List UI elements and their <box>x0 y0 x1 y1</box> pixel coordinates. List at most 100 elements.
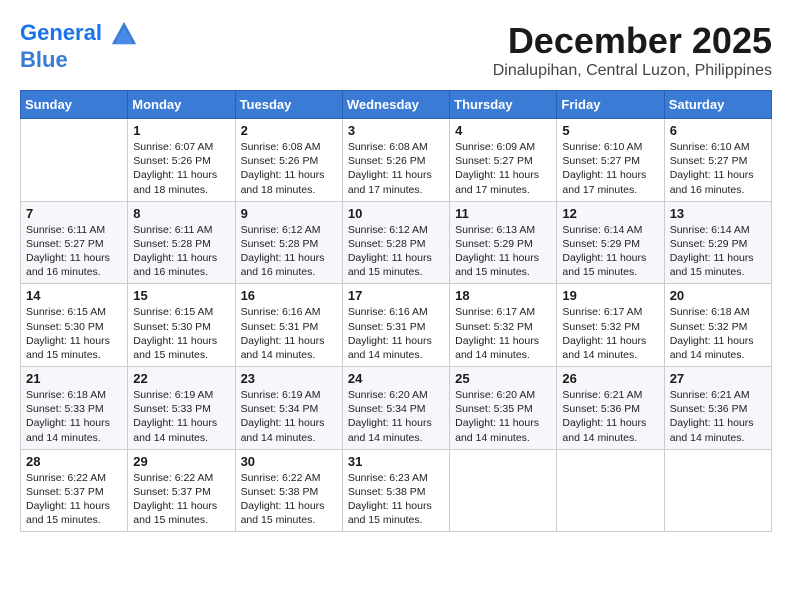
day-cell: 24Sunrise: 6:20 AMSunset: 5:34 PMDayligh… <box>342 367 449 450</box>
weekday-header-tuesday: Tuesday <box>235 91 342 119</box>
day-info: Sunrise: 6:18 AMSunset: 5:32 PMDaylight:… <box>670 305 766 362</box>
day-cell <box>450 449 557 532</box>
day-cell: 23 Sunrise: 6:19 AMSunset: 5:34 PMDayligh… <box>235 367 342 450</box>
day-cell: 16Sunrise: 6:16 AMSunset: 5:31 PMDayligh… <box>235 284 342 367</box>
day-info: Sunrise: 6:12 AMSunset: 5:28 PMDaylight:… <box>348 223 444 280</box>
day-cell: 7 Sunrise: 6:11 AMSunset: 5:27 PMDaylight… <box>21 201 128 284</box>
day-info: Sunrise: 6:10 AMSunset: 5:27 PMDaylight:… <box>562 140 658 197</box>
day-number: 19 <box>562 288 658 303</box>
weekday-header-saturday: Saturday <box>664 91 771 119</box>
day-cell: 22 Sunrise: 6:19 AMSunset: 5:33 PMDayligh… <box>128 367 235 450</box>
day-number: 6 <box>670 123 766 138</box>
week-row-1: 1 Sunrise: 6:07 AMSunset: 5:26 PMDaylight… <box>21 119 772 202</box>
day-number: 23 <box>241 371 337 386</box>
logo-line2: Blue <box>20 48 138 72</box>
day-number: 1 <box>133 123 229 138</box>
day-cell: 31Sunrise: 6:23 AMSunset: 5:38 PMDayligh… <box>342 449 449 532</box>
day-info: Sunrise: 6:14 AMSunset: 5:29 PMDaylight:… <box>562 223 658 280</box>
day-number: 17 <box>348 288 444 303</box>
day-info: Sunrise: 6:20 AMSunset: 5:35 PMDaylight:… <box>455 388 551 445</box>
day-number: 5 <box>562 123 658 138</box>
day-info: Sunrise: 6:08 AMSunset: 5:26 PMDaylight:… <box>241 140 337 197</box>
week-row-5: 28 Sunrise: 6:22 AMSunset: 5:37 PMDayligh… <box>21 449 772 532</box>
day-number: 9 <box>241 206 337 221</box>
day-number: 30 <box>241 454 337 469</box>
week-row-3: 14 Sunrise: 6:15 AMSunset: 5:30 PMDayligh… <box>21 284 772 367</box>
day-number: 28 <box>26 454 122 469</box>
day-cell: 2 Sunrise: 6:08 AMSunset: 5:26 PMDaylight… <box>235 119 342 202</box>
day-info: Sunrise: 6:14 AMSunset: 5:29 PMDaylight:… <box>670 223 766 280</box>
day-info: Sunrise: 6:19 AMSunset: 5:34 PMDaylight:… <box>241 388 337 445</box>
day-number: 20 <box>670 288 766 303</box>
day-cell: 10 Sunrise: 6:12 AMSunset: 5:28 PMDayligh… <box>342 201 449 284</box>
day-info: Sunrise: 6:16 AMSunset: 5:31 PMDaylight:… <box>348 305 444 362</box>
day-cell <box>664 449 771 532</box>
month-title: December 2025 <box>493 20 772 62</box>
day-cell: 6Sunrise: 6:10 AMSunset: 5:27 PMDaylight… <box>664 119 771 202</box>
day-cell: 8Sunrise: 6:11 AMSunset: 5:28 PMDaylight… <box>128 201 235 284</box>
day-number: 18 <box>455 288 551 303</box>
day-info: Sunrise: 6:11 AMSunset: 5:28 PMDaylight:… <box>133 223 229 280</box>
title-block: December 2025 Dinalupihan, Central Luzon… <box>493 20 772 80</box>
weekday-header-row: SundayMondayTuesdayWednesdayThursdayFrid… <box>21 91 772 119</box>
day-info: Sunrise: 6:12 AMSunset: 5:28 PMDaylight:… <box>241 223 337 280</box>
day-cell: 26Sunrise: 6:21 AMSunset: 5:36 PMDayligh… <box>557 367 664 450</box>
day-cell: 9 Sunrise: 6:12 AMSunset: 5:28 PMDaylight… <box>235 201 342 284</box>
day-cell: 12 Sunrise: 6:14 AMSunset: 5:29 PMDayligh… <box>557 201 664 284</box>
day-number: 13 <box>670 206 766 221</box>
day-cell: 30Sunrise: 6:22 AMSunset: 5:38 PMDayligh… <box>235 449 342 532</box>
day-cell: 13 Sunrise: 6:14 AMSunset: 5:29 PMDayligh… <box>664 201 771 284</box>
weekday-header-wednesday: Wednesday <box>342 91 449 119</box>
day-cell <box>557 449 664 532</box>
calendar-table: SundayMondayTuesdayWednesdayThursdayFrid… <box>20 90 772 532</box>
day-info: Sunrise: 6:09 AMSunset: 5:27 PMDaylight:… <box>455 140 551 197</box>
day-cell: 4 Sunrise: 6:09 AMSunset: 5:27 PMDaylight… <box>450 119 557 202</box>
day-number: 22 <box>133 371 229 386</box>
day-info: Sunrise: 6:21 AMSunset: 5:36 PMDaylight:… <box>670 388 766 445</box>
day-cell: 20 Sunrise: 6:18 AMSunset: 5:32 PMDayligh… <box>664 284 771 367</box>
day-cell: 15Sunrise: 6:15 AMSunset: 5:30 PMDayligh… <box>128 284 235 367</box>
weekday-header-monday: Monday <box>128 91 235 119</box>
day-cell: 29 Sunrise: 6:22 AMSunset: 5:37 PMDayligh… <box>128 449 235 532</box>
weekday-header-sunday: Sunday <box>21 91 128 119</box>
day-cell <box>21 119 128 202</box>
day-cell: 27 Sunrise: 6:21 AMSunset: 5:36 PMDayligh… <box>664 367 771 450</box>
day-info: Sunrise: 6:08 AMSunset: 5:26 PMDaylight:… <box>348 140 444 197</box>
weekday-header-thursday: Thursday <box>450 91 557 119</box>
day-info: Sunrise: 6:22 AMSunset: 5:37 PMDaylight:… <box>133 471 229 528</box>
day-number: 11 <box>455 206 551 221</box>
day-cell: 11 Sunrise: 6:13 AMSunset: 5:29 PMDayligh… <box>450 201 557 284</box>
day-info: Sunrise: 6:22 AMSunset: 5:37 PMDaylight:… <box>26 471 122 528</box>
day-info: Sunrise: 6:17 AMSunset: 5:32 PMDaylight:… <box>562 305 658 362</box>
day-cell: 5 Sunrise: 6:10 AMSunset: 5:27 PMDaylight… <box>557 119 664 202</box>
day-number: 29 <box>133 454 229 469</box>
day-cell: 1 Sunrise: 6:07 AMSunset: 5:26 PMDaylight… <box>128 119 235 202</box>
day-info: Sunrise: 6:07 AMSunset: 5:26 PMDaylight:… <box>133 140 229 197</box>
day-number: 4 <box>455 123 551 138</box>
day-number: 2 <box>241 123 337 138</box>
day-number: 10 <box>348 206 444 221</box>
day-info: Sunrise: 6:21 AMSunset: 5:36 PMDaylight:… <box>562 388 658 445</box>
day-info: Sunrise: 6:23 AMSunset: 5:38 PMDaylight:… <box>348 471 444 528</box>
location-title: Dinalupihan, Central Luzon, Philippines <box>493 62 772 80</box>
logo: General Blue <box>20 20 138 72</box>
day-info: Sunrise: 6:11 AMSunset: 5:27 PMDaylight:… <box>26 223 122 280</box>
day-info: Sunrise: 6:19 AMSunset: 5:33 PMDaylight:… <box>133 388 229 445</box>
week-row-2: 7 Sunrise: 6:11 AMSunset: 5:27 PMDaylight… <box>21 201 772 284</box>
day-info: Sunrise: 6:20 AMSunset: 5:34 PMDaylight:… <box>348 388 444 445</box>
day-cell: 14 Sunrise: 6:15 AMSunset: 5:30 PMDayligh… <box>21 284 128 367</box>
logo-text: General <box>20 20 138 48</box>
day-number: 21 <box>26 371 122 386</box>
day-number: 27 <box>670 371 766 386</box>
week-row-4: 21 Sunrise: 6:18 AMSunset: 5:33 PMDayligh… <box>21 367 772 450</box>
day-info: Sunrise: 6:15 AMSunset: 5:30 PMDaylight:… <box>26 305 122 362</box>
day-cell: 18Sunrise: 6:17 AMSunset: 5:32 PMDayligh… <box>450 284 557 367</box>
day-number: 15 <box>133 288 229 303</box>
day-number: 12 <box>562 206 658 221</box>
day-number: 25 <box>455 371 551 386</box>
day-number: 7 <box>26 206 122 221</box>
day-info: Sunrise: 6:13 AMSunset: 5:29 PMDaylight:… <box>455 223 551 280</box>
day-cell: 28 Sunrise: 6:22 AMSunset: 5:37 PMDayligh… <box>21 449 128 532</box>
day-number: 14 <box>26 288 122 303</box>
day-info: Sunrise: 6:18 AMSunset: 5:33 PMDaylight:… <box>26 388 122 445</box>
